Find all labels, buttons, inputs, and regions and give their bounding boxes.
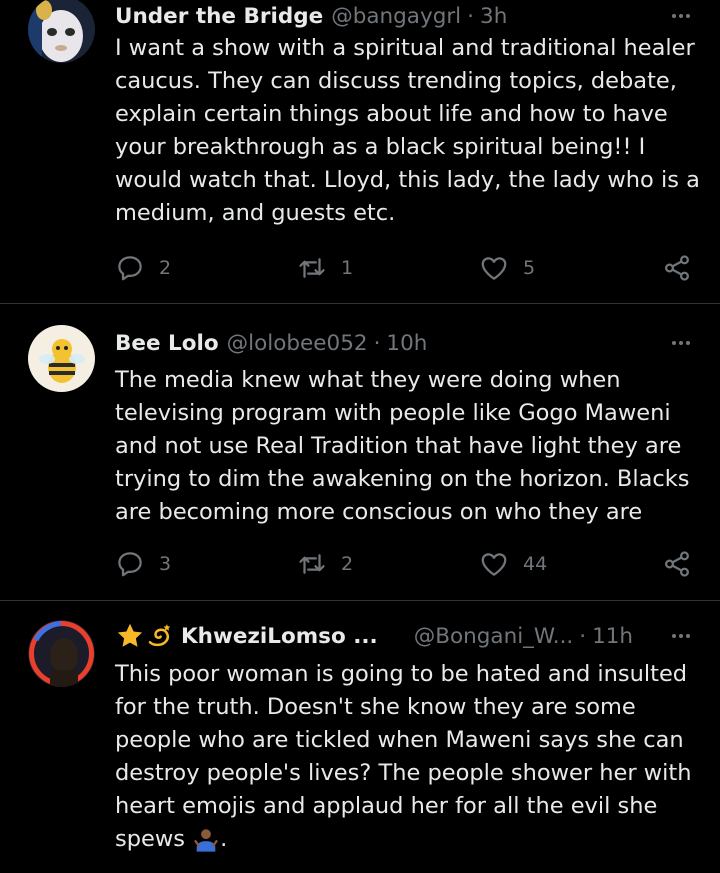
tweet-feed: Under the Bridge @bangaygrl · 3h I want …: [0, 0, 720, 873]
action-bar: 2 1 5: [115, 253, 692, 283]
timestamp[interactable]: 10h: [386, 331, 427, 356]
tweet-header: KhweziLomso ... @Bongani_W... · 11h: [115, 620, 700, 652]
more-icon[interactable]: [672, 0, 690, 32]
like-button[interactable]: 44: [479, 549, 547, 579]
star-emoji: [117, 623, 143, 647]
like-count: 44: [523, 553, 548, 575]
avatar[interactable]: [28, 325, 95, 392]
text-fragment: .: [220, 826, 228, 852]
like-count: 5: [523, 257, 536, 279]
text-line: This poor woman is going to be hated and…: [115, 661, 688, 687]
retweet-count: 1: [341, 257, 354, 279]
text-line: I want a show with a spiritual and tradi…: [115, 35, 695, 61]
more-icon[interactable]: [672, 620, 690, 652]
share-button[interactable]: [662, 253, 692, 283]
reply-button[interactable]: 2: [115, 253, 171, 283]
retweet-icon: [299, 554, 325, 574]
share-button[interactable]: [662, 549, 692, 579]
retweet-button[interactable]: 2: [297, 549, 353, 579]
text-line: for the truth. Doesn't she know they are…: [115, 694, 636, 720]
separator: ·: [579, 623, 587, 649]
tweet-card[interactable]: Bee Lolo @lolobee052 · 10h The media kne…: [0, 303, 720, 601]
username[interactable]: @lolobee052: [227, 331, 368, 356]
reply-icon: [118, 552, 142, 577]
text-line: televising program with people like Gogo…: [115, 400, 671, 426]
separator: ·: [373, 330, 381, 356]
username[interactable]: @bangaygrl: [331, 4, 461, 29]
retweet-count: 2: [341, 553, 354, 575]
tweet-text: This poor woman is going to be hated and…: [115, 658, 705, 856]
reply-button[interactable]: 3: [115, 549, 171, 579]
like-icon: [481, 553, 507, 576]
text-line: explain certain things about life and ho…: [115, 101, 668, 127]
timestamp[interactable]: 11h: [592, 624, 633, 649]
dizzy-emoji: [148, 624, 171, 647]
text-line: are becoming more conscious on who they …: [115, 499, 643, 525]
text-line: medium, and guests etc.: [115, 200, 396, 226]
text-line: heart emojis and applaud her for all the…: [115, 793, 658, 819]
tweet-header: Under the Bridge @bangaygrl · 3h: [115, 0, 700, 32]
text-line: The media knew what they were doing when: [115, 367, 621, 393]
more-icon[interactable]: [672, 327, 690, 359]
like-icon: [481, 257, 507, 280]
avatar[interactable]: [28, 0, 95, 63]
text-line: and not use Real Tradition that have lig…: [115, 433, 682, 459]
tweet-header: Bee Lolo @lolobee052 · 10h: [115, 327, 700, 359]
text-fragment: spews: [115, 826, 185, 852]
avatar[interactable]: [28, 620, 95, 687]
tweet-card[interactable]: Under the Bridge @bangaygrl · 3h I want …: [0, 0, 720, 304]
tweet-text: The media knew what they were doing when…: [115, 364, 705, 529]
display-name[interactable]: KhweziLomso ...: [181, 624, 378, 649]
display-name[interactable]: Under the Bridge: [115, 4, 323, 29]
text-line: caucus. They can discuss trending topics…: [115, 68, 677, 94]
reply-count: 2: [159, 257, 172, 279]
timestamp[interactable]: 3h: [480, 4, 507, 29]
text-line: people who are tickled when Maweni says …: [115, 727, 684, 753]
reply-count: 3: [159, 553, 172, 575]
separator: ·: [467, 3, 475, 29]
share-icon: [664, 255, 690, 281]
like-button[interactable]: 5: [479, 253, 535, 283]
share-icon: [664, 551, 690, 577]
text-line: destroy people's lives? The people showe…: [115, 760, 692, 786]
text-line: would watch that. Lloyd, this lady, the …: [115, 167, 700, 193]
person-shrugging-emoji: [194, 828, 218, 852]
action-bar: 3 2 44: [115, 549, 692, 579]
display-name[interactable]: Bee Lolo: [115, 331, 219, 356]
username[interactable]: @Bongani_W...: [414, 624, 574, 649]
tweet-text: I want a show with a spiritual and tradi…: [115, 32, 705, 230]
retweet-button[interactable]: 1: [297, 253, 353, 283]
tweet-card[interactable]: KhweziLomso ... @Bongani_W... · 11h This…: [0, 600, 720, 873]
text-line: trying to dim the awakening on the horiz…: [115, 466, 690, 492]
text-line-last: spews .: [115, 823, 705, 856]
retweet-icon: [299, 258, 325, 278]
reply-icon: [118, 256, 142, 281]
text-line: your breakthrough as a black spiritual b…: [115, 134, 646, 160]
